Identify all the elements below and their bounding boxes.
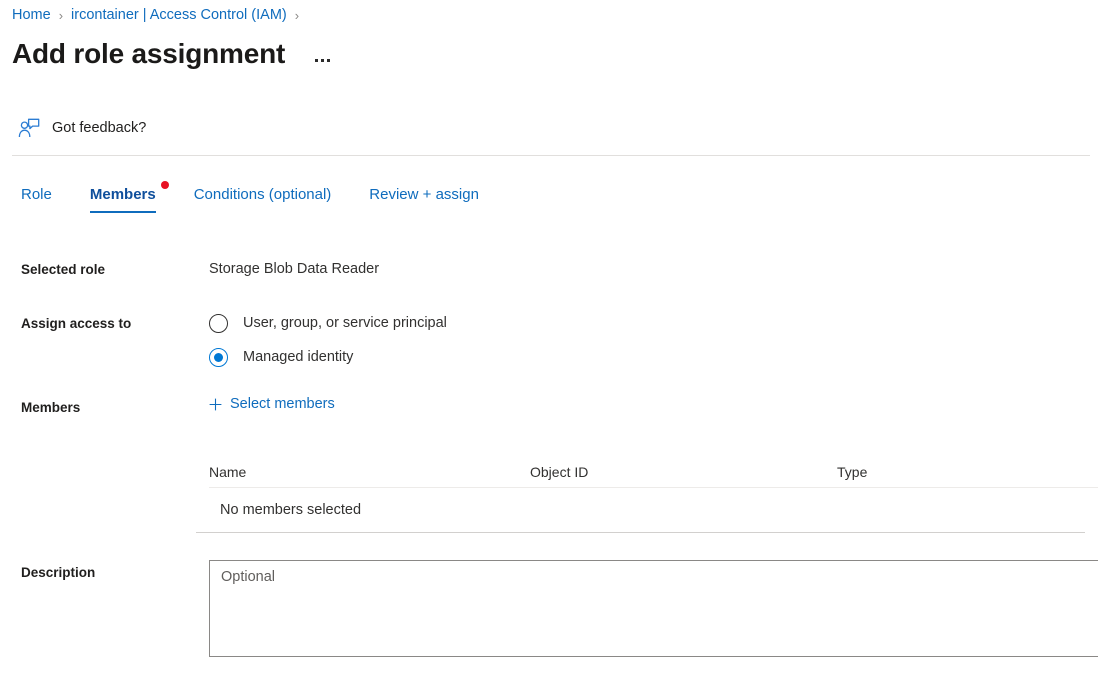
more-actions-button[interactable] — [311, 53, 334, 68]
selected-role-label: Selected role — [21, 262, 105, 277]
page-title: Add role assignment — [12, 38, 285, 70]
members-table: Name Object ID Type No members selected — [209, 457, 1098, 533]
tab-members[interactable]: Members — [90, 186, 156, 213]
tab-members-label: Members — [90, 186, 156, 203]
wizard-tabs: Role Members Conditions (optional) Revie… — [21, 186, 479, 213]
breadcrumb-item-resource[interactable]: ircontainer | Access Control (IAM) — [71, 7, 287, 23]
tab-review-assign-label: Review + assign — [369, 186, 479, 203]
radio-checked-icon[interactable] — [209, 348, 228, 367]
description-input[interactable] — [209, 560, 1098, 657]
plus-icon — [209, 398, 222, 411]
page-header: Add role assignment — [12, 34, 334, 74]
breadcrumb-item-home[interactable]: Home — [12, 7, 51, 23]
column-header-type[interactable]: Type — [837, 464, 1098, 480]
tab-members-required-badge-icon — [161, 181, 169, 189]
radio-user-group-service-principal[interactable]: User, group, or service principal — [209, 310, 447, 336]
tab-conditions[interactable]: Conditions (optional) — [194, 186, 332, 213]
radio-user-group-service-principal-label: User, group, or service principal — [243, 315, 447, 331]
got-feedback-button[interactable]: Got feedback? — [18, 118, 146, 138]
select-members-label: Select members — [230, 396, 335, 412]
assign-access-to-label: Assign access to — [21, 316, 131, 331]
breadcrumb-separator-icon-2: › — [295, 9, 299, 22]
header-divider — [12, 155, 1090, 156]
radio-managed-identity[interactable]: Managed identity — [209, 344, 447, 370]
column-header-name[interactable]: Name — [209, 464, 530, 480]
selected-role-value: Storage Blob Data Reader — [209, 261, 379, 277]
ellipsis-dot-icon — [315, 59, 318, 62]
feedback-person-icon — [18, 118, 40, 138]
column-header-object-id[interactable]: Object ID — [530, 464, 837, 480]
tab-conditions-label: Conditions (optional) — [194, 186, 332, 203]
tab-role[interactable]: Role — [21, 186, 52, 213]
members-table-empty-message: No members selected — [220, 502, 361, 518]
description-label: Description — [21, 565, 95, 580]
tab-review-assign[interactable]: Review + assign — [369, 186, 479, 213]
ellipsis-dot-icon — [327, 59, 330, 62]
breadcrumb-separator-icon: › — [59, 9, 63, 22]
breadcrumb: Home › ircontainer | Access Control (IAM… — [12, 5, 307, 25]
tab-role-label: Role — [21, 186, 52, 203]
members-table-header: Name Object ID Type — [209, 457, 1098, 487]
got-feedback-label: Got feedback? — [52, 120, 146, 136]
members-label: Members — [21, 400, 80, 415]
select-members-button[interactable]: Select members — [209, 396, 335, 412]
radio-unchecked-icon[interactable] — [209, 314, 228, 333]
ellipsis-dot-icon — [321, 59, 324, 62]
radio-managed-identity-label: Managed identity — [243, 349, 353, 365]
members-table-empty-row: No members selected — [209, 488, 1098, 532]
assign-access-to-radio-group: User, group, or service principal Manage… — [209, 310, 447, 378]
members-table-row-divider — [196, 532, 1085, 533]
